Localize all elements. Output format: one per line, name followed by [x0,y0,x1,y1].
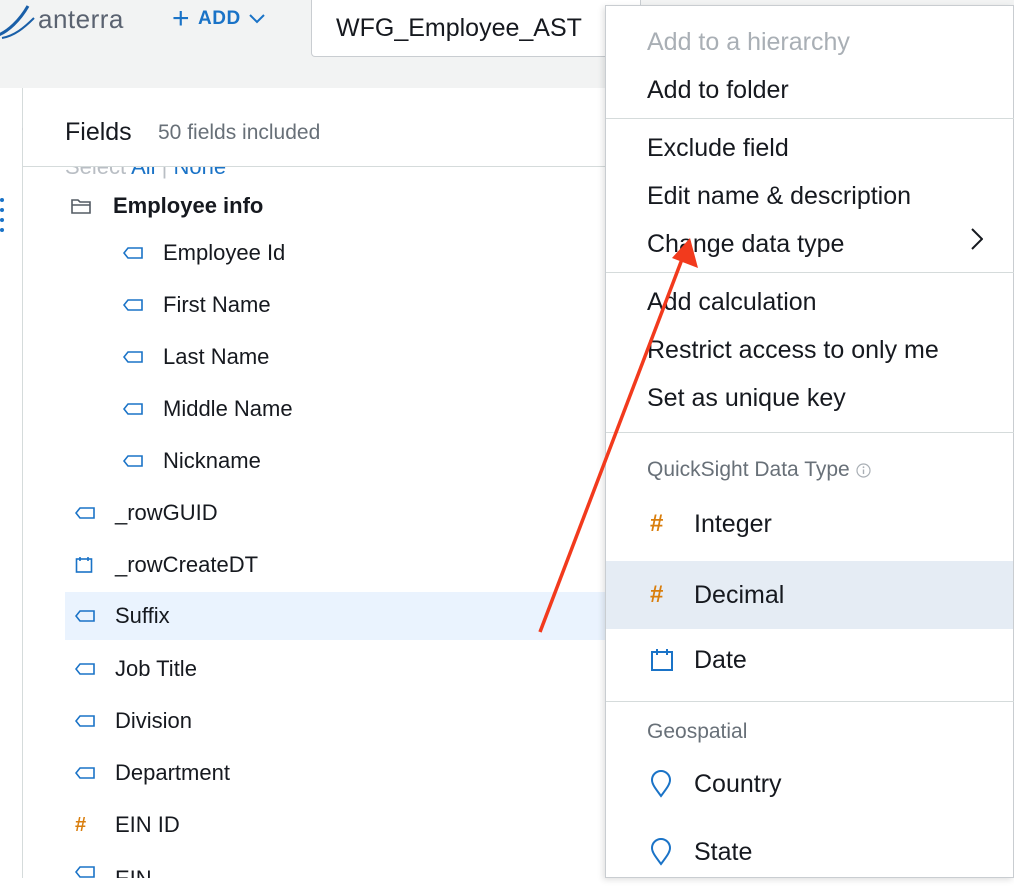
menu-edit-name-description[interactable]: Edit name & description [647,182,911,211]
chevron-right-icon [971,228,983,250]
field-suffix[interactable]: Suffix [65,592,625,640]
menu-add-calculation[interactable]: Add calculation [647,288,817,317]
select-row: Select All | None [65,167,226,179]
menu-exclude-field[interactable]: Exclude field [647,134,789,163]
string-field-icon [75,866,115,878]
field-label: Employee Id [163,240,286,265]
data-type-section-label: QuickSight Data Type [647,458,850,481]
logo-text: anterra [38,4,124,34]
field-label: Suffix [115,603,170,628]
type-label: State [694,837,753,866]
type-label: Integer [694,509,772,538]
type-label: Country [694,769,782,798]
field-first-name[interactable]: First Name [123,281,271,329]
hash-icon: # [650,510,664,537]
select-label: Select [65,167,126,179]
string-field-icon [123,351,163,363]
field-label: Nickname [163,448,261,473]
menu-divider [606,701,1014,702]
string-field-icon [75,767,115,779]
string-field-icon [123,455,163,467]
field-nickname[interactable]: Nickname [123,437,261,485]
select-divider: | [162,167,168,179]
info-icon[interactable] [856,462,871,478]
panel-toggle-icon[interactable] [0,196,6,236]
string-field-icon [123,247,163,259]
field-last-name[interactable]: Last Name [123,333,269,381]
calendar-icon [75,556,115,574]
field-department[interactable]: Department [75,749,230,797]
field-rowcreatedt[interactable]: _rowCreateDT [75,541,258,589]
field-job-title[interactable]: Job Title [75,645,197,693]
field-label: First Name [163,292,271,317]
field-label: Department [115,760,230,785]
menu-divider [606,118,1014,119]
field-label: Job Title [115,656,197,681]
field-label: EIN ID [115,812,180,837]
field-rowguid[interactable]: _rowGUID [75,489,218,537]
left-rail [0,88,22,878]
add-button[interactable]: + ADD [172,4,265,34]
map-pin-icon [606,770,694,798]
menu-divider [606,272,1014,273]
field-label: EIN [115,866,152,878]
string-field-icon [75,663,115,675]
string-field-icon [75,715,115,727]
field-middle-name[interactable]: Middle Name [123,385,293,433]
logo-mark-icon [0,5,35,39]
type-country[interactable]: Country [606,750,1013,818]
field-employee-id[interactable]: Employee Id [123,229,285,277]
select-all-link[interactable]: All [131,167,155,179]
menu-restrict-access[interactable]: Restrict access to only me [647,336,939,365]
menu-divider [606,432,1014,433]
folder-employee-info[interactable]: Employee info [71,182,263,230]
type-label: Decimal [694,580,785,609]
hash-icon: # [75,813,87,836]
geospatial-section-header: Geospatial [647,720,748,743]
add-button-label: ADD [198,8,241,29]
menu-change-data-type[interactable]: Change data type [647,230,844,259]
type-integer[interactable]: # Integer [606,490,1013,558]
field-ein[interactable]: EIN [75,854,152,878]
fields-title: Fields [65,118,132,146]
type-label: Date [694,645,747,674]
string-field-icon [75,610,115,622]
logo[interactable]: anterra [0,0,170,40]
type-state[interactable]: State [606,818,1013,886]
hash-icon: # [650,581,664,608]
fields-count: 50 fields included [158,121,321,144]
string-field-icon [75,507,115,519]
map-pin-icon [606,838,694,866]
field-label: Last Name [163,344,270,369]
type-date[interactable]: Date [606,626,1013,694]
folder-label: Employee info [113,193,264,218]
field-label: _rowCreateDT [115,552,259,577]
field-context-menu: Add to a hierarchy Add to folder Exclude… [605,5,1014,878]
field-label: _rowGUID [115,500,218,525]
string-field-icon [123,403,163,415]
plus-icon: + [172,2,191,35]
fields-header: Fields 50 fields included [23,88,623,167]
type-decimal[interactable]: # Decimal [606,561,1013,629]
menu-set-unique-key[interactable]: Set as unique key [647,384,846,413]
data-type-section-header: QuickSight Data Type [647,458,871,482]
string-field-icon [123,299,163,311]
chevron-down-icon [248,14,265,24]
menu-add-to-folder[interactable]: Add to folder [647,76,789,105]
menu-add-to-hierarchy: Add to a hierarchy [647,28,850,56]
folder-icon [71,198,113,214]
field-label: Middle Name [163,396,293,421]
dataset-name-input[interactable]: WFG_Employee_AST [311,0,641,57]
select-none-link[interactable]: None [173,167,226,179]
field-ein-id[interactable]: # EIN ID [75,801,180,849]
calendar-icon [606,648,694,672]
field-division[interactable]: Division [75,697,192,745]
field-label: Division [115,708,193,733]
